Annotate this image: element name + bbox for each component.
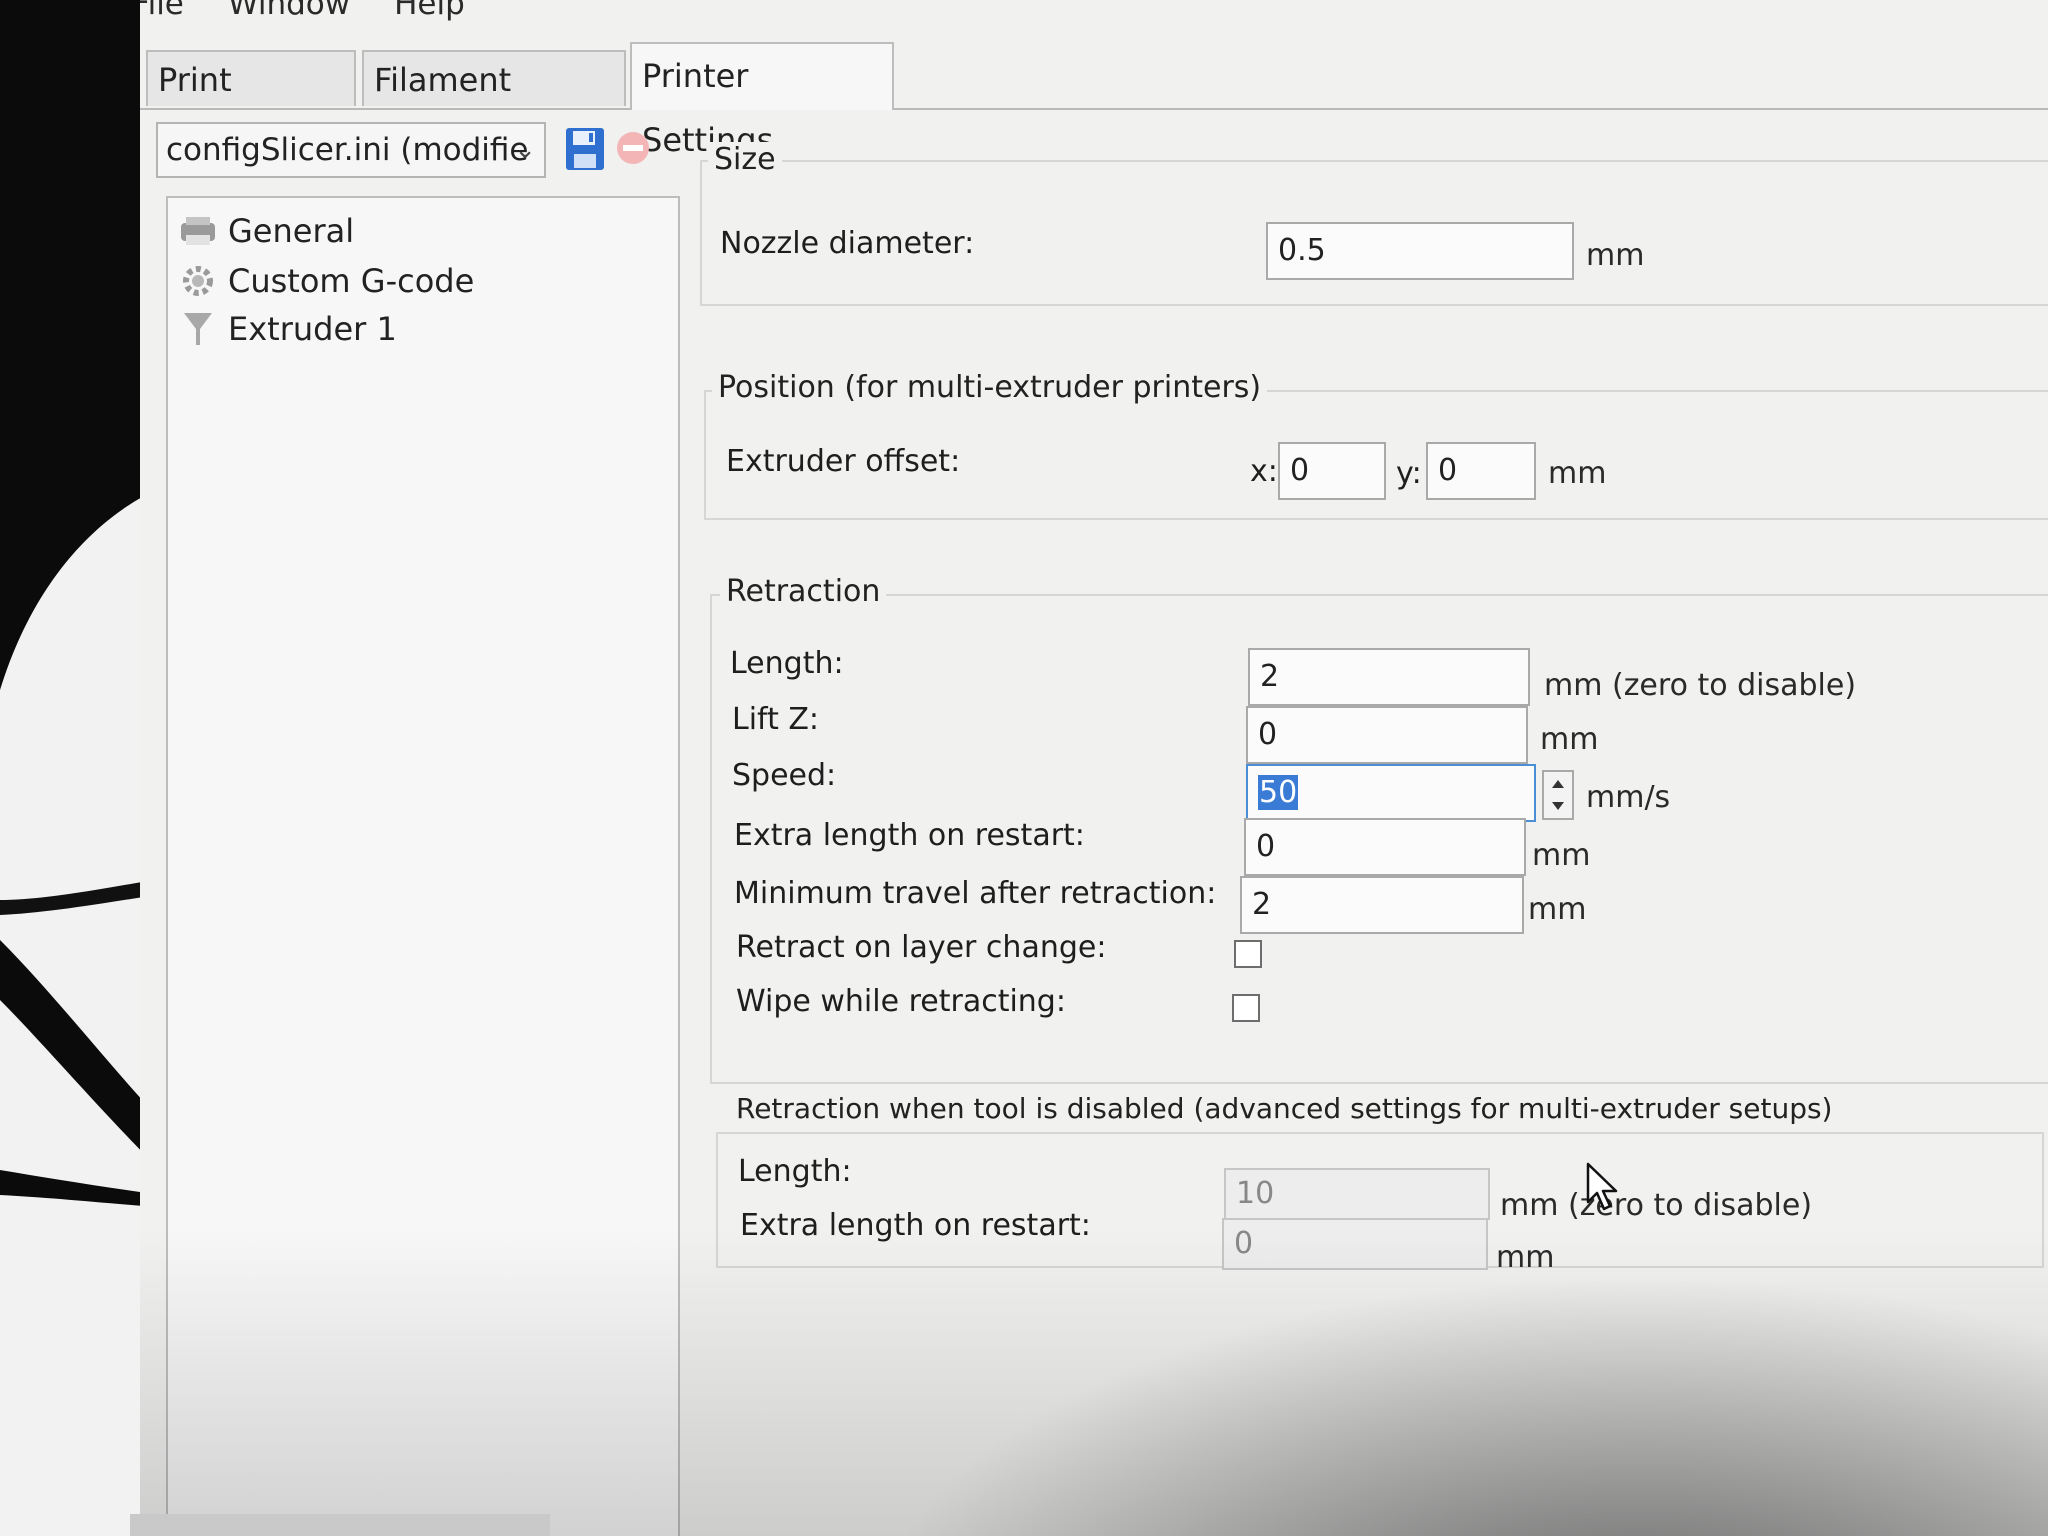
- retraction-speed-spinner[interactable]: [1542, 770, 1574, 820]
- tree-item-custom-gcode[interactable]: Custom G-code: [178, 258, 474, 304]
- lift-z-unit: mm: [1540, 722, 1599, 757]
- lift-z-input[interactable]: 0: [1246, 706, 1528, 764]
- disabled-extra-length-input[interactable]: 0: [1222, 1218, 1488, 1270]
- tab-printer-settings[interactable]: Printer Settings: [630, 42, 894, 159]
- mouse-cursor-icon: [1586, 1162, 1618, 1211]
- wipe-while-retracting-label: Wipe while retracting:: [736, 984, 1066, 1019]
- size-section-title: Size: [708, 142, 782, 177]
- disabled-extra-length-label: Extra length on restart:: [740, 1208, 1091, 1243]
- disabled-length-input[interactable]: 10: [1224, 1168, 1490, 1220]
- extra-length-input[interactable]: 0: [1244, 818, 1526, 876]
- tree-item-general[interactable]: General: [178, 208, 354, 254]
- min-travel-label: Minimum travel after retraction:: [734, 876, 1217, 911]
- retraction-speed-value: 50: [1258, 775, 1299, 810]
- tree-item-label: General: [228, 212, 355, 250]
- position-section-title: Position (for multi-extruder printers): [712, 370, 1268, 405]
- delete-preset-button[interactable]: [614, 128, 652, 168]
- nozzle-diameter-input[interactable]: 0.5: [1266, 222, 1574, 280]
- save-preset-button[interactable]: [564, 126, 606, 172]
- nozzle-diameter-label: Nozzle diameter:: [720, 226, 975, 261]
- disabled-length-label: Length:: [738, 1154, 852, 1189]
- gear-icon: [183, 266, 213, 296]
- tree-item-label: Custom G-code: [228, 262, 475, 300]
- wipe-while-retracting-checkbox[interactable]: [1232, 994, 1260, 1022]
- extra-length-label: Extra length on restart:: [734, 818, 1085, 853]
- printer-settings-window: File Window Help Print Settings Filament…: [140, 0, 2048, 1536]
- spinner-up-icon[interactable]: [1552, 780, 1564, 788]
- extra-length-unit: mm: [1532, 838, 1591, 873]
- offset-x-label: x:: [1250, 454, 1278, 489]
- preset-dropdown-value: configSlicer.ini (modifie: [166, 132, 529, 168]
- preset-dropdown[interactable]: configSlicer.ini (modifie ⌄: [156, 122, 546, 178]
- retraction-length-label: Length:: [730, 646, 844, 681]
- screen: File Window Help Print Settings Filament…: [0, 0, 2048, 1536]
- chevron-down-icon: ⌄: [514, 135, 536, 165]
- tab-strip: Print Settings Filament Settings Printer…: [140, 42, 2048, 159]
- menu-file[interactable]: File: [140, 0, 184, 26]
- lift-z-label: Lift Z:: [732, 702, 820, 737]
- offset-unit: mm: [1548, 456, 1607, 491]
- retraction-disabled-section-title: Retraction when tool is disabled (advanc…: [730, 1092, 1839, 1125]
- retraction-speed-unit: mm/s: [1586, 780, 1671, 815]
- retraction-section-title: Retraction: [720, 574, 887, 609]
- offset-x-input[interactable]: 0: [1278, 442, 1386, 500]
- disabled-length-unit: mm (zero to disable): [1500, 1188, 1813, 1223]
- spinner-down-icon[interactable]: [1552, 802, 1564, 810]
- menu-bar: File Window Help: [140, 0, 2048, 26]
- printer-icon: [181, 217, 215, 245]
- funnel-icon: [184, 313, 212, 345]
- disabled-extra-length-unit: mm: [1496, 1240, 1555, 1275]
- tab-filament-settings[interactable]: Filament Settings: [362, 50, 626, 155]
- min-travel-input[interactable]: 2: [1240, 876, 1524, 934]
- extruder-offset-label: Extruder offset:: [726, 444, 961, 479]
- retraction-length-unit: mm (zero to disable): [1544, 668, 1857, 703]
- menu-window[interactable]: Window: [228, 0, 350, 26]
- settings-tree: General Custom G-code Extruder 1: [166, 196, 680, 1536]
- tree-item-label: Extruder 1: [228, 310, 397, 348]
- menu-help[interactable]: Help: [394, 0, 465, 26]
- retraction-speed-input[interactable]: 50: [1246, 764, 1536, 822]
- retraction-length-input[interactable]: 2: [1248, 648, 1530, 706]
- nozzle-diameter-unit: mm: [1586, 238, 1645, 273]
- tree-item-extruder-1[interactable]: Extruder 1: [178, 306, 397, 352]
- retract-layer-change-checkbox[interactable]: [1234, 940, 1262, 968]
- status-bar: [130, 1514, 550, 1536]
- offset-y-input[interactable]: 0: [1426, 442, 1536, 500]
- retract-layer-change-label: Retract on layer change:: [736, 930, 1107, 965]
- tab-print-settings[interactable]: Print Settings: [146, 50, 356, 155]
- min-travel-unit: mm: [1528, 892, 1587, 927]
- retraction-speed-label: Speed:: [732, 758, 837, 793]
- offset-y-label: y:: [1396, 456, 1422, 491]
